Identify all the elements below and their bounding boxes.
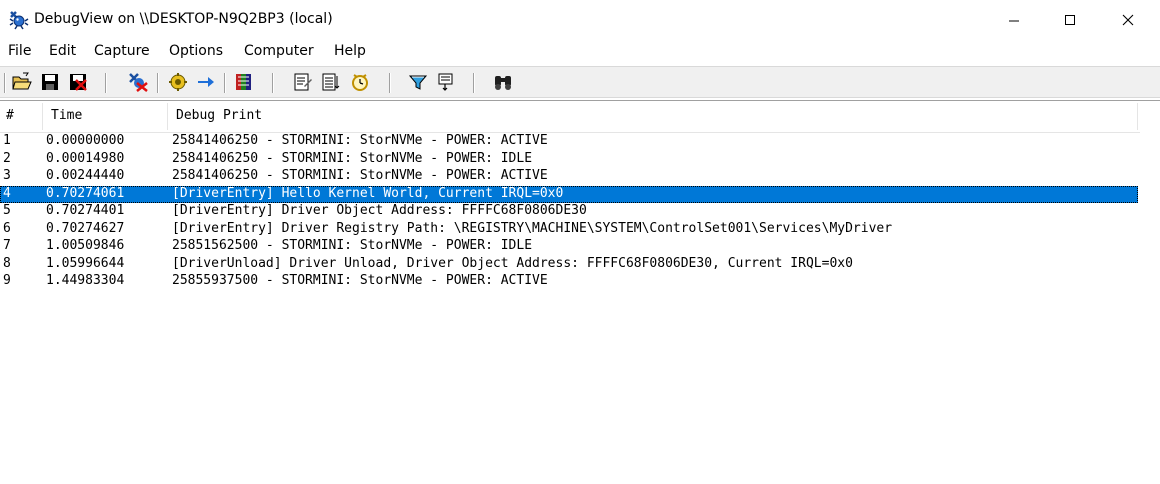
- row-number: 4: [3, 185, 11, 201]
- time-format-icon: [294, 73, 312, 91]
- toolbar-separator: [473, 73, 475, 93]
- row-time: 1.05996644: [46, 255, 125, 271]
- history-depth-button[interactable]: [233, 71, 255, 93]
- time-format-button[interactable]: [292, 71, 314, 93]
- row-number: 7: [3, 238, 11, 253]
- log-list-view[interactable]: # Time Debug Print 1 0.00000000 25841406…: [0, 100, 1160, 484]
- menu-help[interactable]: Help: [334, 43, 366, 59]
- list-icon: [322, 73, 340, 91]
- table-row[interactable]: 6 0.70274627 [DriverEntry] Driver Regist…: [0, 221, 1138, 238]
- row-time: 0.70274061: [46, 185, 125, 201]
- row-number: 9: [3, 273, 11, 288]
- row-time: 1.00509846: [46, 238, 125, 253]
- row-debug-print: 25855937500 - STORMINI: StorNVMe - POWER…: [172, 273, 548, 288]
- row-time: 1.44983304: [46, 273, 125, 288]
- maximize-icon: [1065, 15, 1075, 25]
- row-number: 1: [3, 133, 11, 148]
- close-button[interactable]: [1102, 0, 1156, 40]
- menu-bar: File Edit Capture Options Computer Help: [0, 40, 1160, 64]
- column-header-time[interactable]: Time: [51, 108, 82, 123]
- column-divider[interactable]: [1137, 103, 1138, 130]
- clock-time-icon: [352, 74, 368, 91]
- toolbar-separator: [105, 73, 107, 93]
- row-debug-print: 25841406250 - STORMINI: StorNVMe - POWER…: [172, 150, 533, 166]
- capture-button[interactable]: [167, 71, 189, 93]
- save-button[interactable]: [39, 71, 61, 93]
- highlight-button[interactable]: [435, 71, 457, 93]
- row-time: 0.70274627: [46, 220, 125, 236]
- table-row[interactable]: 3 0.00244440 25841406250 - STORMINI: Sto…: [0, 168, 1138, 185]
- menu-computer[interactable]: Computer: [244, 43, 314, 59]
- row-debug-print: 25841406250 - STORMINI: StorNVMe - POWER…: [172, 133, 548, 148]
- open-button[interactable]: [11, 71, 33, 93]
- open-icon: [12, 72, 32, 90]
- autoscroll-button[interactable]: [195, 71, 217, 93]
- find-icon: [495, 76, 511, 90]
- close-icon: [1122, 14, 1134, 26]
- debugview-app-icon: [8, 10, 30, 30]
- row-number: 8: [3, 255, 11, 271]
- table-row[interactable]: 1 0.00000000 25841406250 - STORMINI: Sto…: [0, 133, 1138, 150]
- row-time: 0.00014980: [46, 150, 125, 166]
- row-debug-print: 25841406250 - STORMINI: StorNVMe - POWER…: [172, 168, 548, 183]
- filter-icon: [408, 75, 428, 90]
- column-divider[interactable]: [42, 103, 43, 130]
- table-row[interactable]: 9 1.44983304 25855937500 - STORMINI: Sto…: [0, 273, 1138, 290]
- title-bar: DebugView on \\DESKTOP-N9Q2BP3 (local): [0, 0, 1160, 40]
- row-time: 0.00244440: [46, 168, 125, 183]
- row-number: 6: [3, 220, 11, 236]
- row-debug-print: [DriverEntry] Hello Kernel World, Curren…: [172, 185, 564, 201]
- menu-file[interactable]: File: [8, 43, 31, 59]
- table-row[interactable]: 7 1.00509846 25851562500 - STORMINI: Sto…: [0, 238, 1138, 255]
- table-row[interactable]: 5 0.70274401 [DriverEntry] Driver Object…: [0, 203, 1138, 220]
- row-number: 2: [3, 150, 11, 166]
- row-debug-print: 25851562500 - STORMINI: StorNVMe - POWER…: [172, 238, 533, 253]
- toolbar-separator: [4, 73, 6, 93]
- table-row[interactable]: 8 1.05996644 [DriverUnload] Driver Unloa…: [0, 256, 1138, 273]
- clear-display-button[interactable]: [127, 71, 149, 93]
- clear-save-button[interactable]: [67, 71, 89, 93]
- list-header: # Time Debug Print: [0, 101, 1140, 133]
- save-icon: [42, 74, 58, 90]
- maximize-button[interactable]: [1044, 0, 1098, 40]
- window-title: DebugView on \\DESKTOP-N9Q2BP3 (local): [34, 11, 333, 27]
- find-button[interactable]: [492, 71, 514, 93]
- column-divider[interactable]: [167, 103, 168, 130]
- show-milliseconds-button[interactable]: [320, 71, 342, 93]
- row-time: 0.70274401: [46, 203, 125, 218]
- history-icon: [236, 74, 251, 90]
- row-debug-print: [DriverEntry] Driver Registry Path: \REG…: [172, 220, 893, 236]
- menu-edit[interactable]: Edit: [49, 43, 76, 59]
- clock-time-button[interactable]: [349, 71, 371, 93]
- clear-icon: [129, 73, 148, 92]
- minimize-icon: [1009, 20, 1019, 22]
- column-header-debug-print[interactable]: Debug Print: [176, 108, 262, 123]
- column-header-num[interactable]: #: [6, 108, 14, 123]
- highlight-icon: [438, 73, 453, 91]
- table-row[interactable]: 2 0.00014980 25841406250 - STORMINI: Sto…: [0, 151, 1138, 168]
- row-debug-print: [DriverEntry] Driver Object Address: FFF…: [172, 203, 587, 218]
- minimize-button[interactable]: [988, 0, 1042, 40]
- table-row-selected[interactable]: 4 0.70274061 [DriverEntry] Hello Kernel …: [0, 185, 1138, 203]
- row-number: 5: [3, 203, 11, 218]
- toolbar-separator: [157, 73, 159, 93]
- capture-icon: [169, 73, 187, 91]
- menu-capture[interactable]: Capture: [94, 43, 150, 59]
- filter-button[interactable]: [407, 71, 429, 93]
- menu-options[interactable]: Options: [169, 43, 223, 59]
- toolbar-separator: [224, 73, 226, 93]
- row-debug-print: [DriverUnload] Driver Unload, Driver Obj…: [172, 255, 853, 271]
- toolbar-separator: [272, 73, 274, 93]
- toolbar: [0, 66, 1160, 98]
- row-number: 3: [3, 168, 11, 183]
- autoscroll-icon: [198, 77, 214, 87]
- toolbar-separator: [389, 73, 391, 93]
- clear-save-icon: [70, 74, 87, 91]
- row-time: 0.00000000: [46, 133, 125, 148]
